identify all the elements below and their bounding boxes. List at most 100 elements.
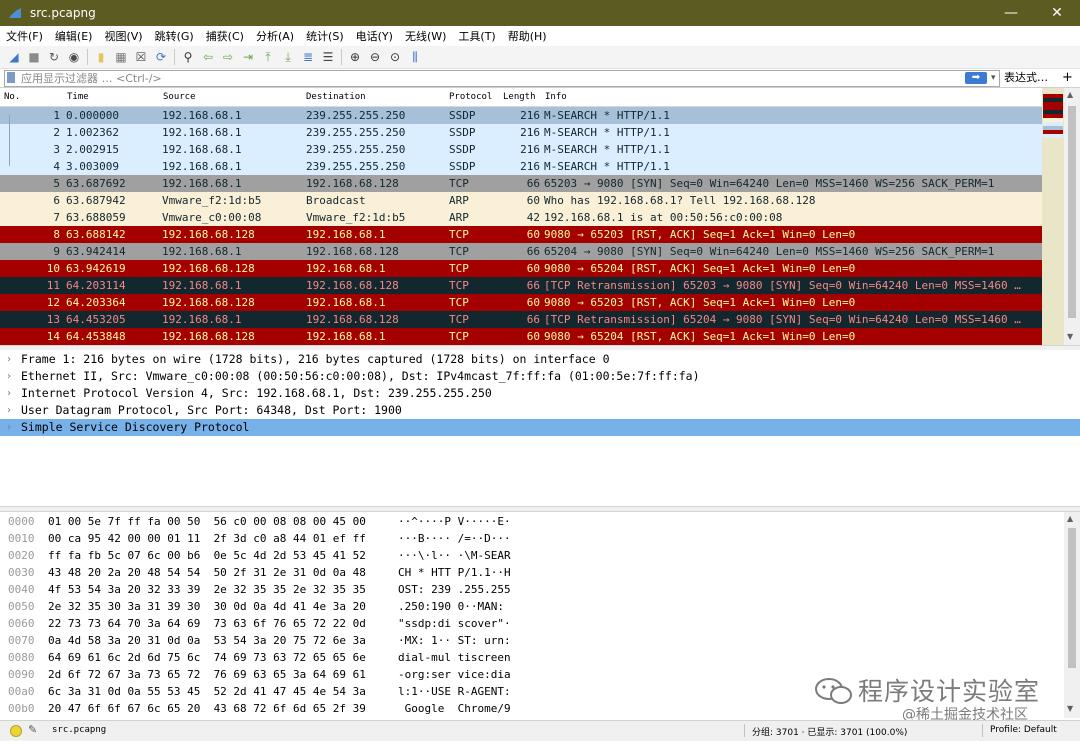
toolbar-button[interactable]: ⚲: [178, 47, 198, 67]
detail-row[interactable]: › Internet Protocol Version 4, Src: 192.1…: [0, 385, 1080, 402]
packet-row[interactable]: 9 63.942414 192.168.68.1 192.168.68.128 TCP 6…: [0, 243, 1042, 260]
toolbar-button[interactable]: ▮: [91, 47, 111, 67]
expert-info-icon[interactable]: [10, 725, 22, 737]
scroll-down-icon[interactable]: ▼: [1067, 704, 1073, 713]
packet-row[interactable]: 14 64.453848 192.168.68.128 192.168.68.1 TCP…: [0, 328, 1042, 345]
toolbar-button[interactable]: ☰: [318, 47, 338, 67]
expand-arrow-icon[interactable]: ›: [6, 402, 12, 419]
packet-minimap[interactable]: [1042, 88, 1064, 346]
expand-arrow-icon[interactable]: ›: [6, 368, 12, 385]
packet-row[interactable]: 1 0.000000 192.168.68.1 239.255.255.250 SSDP…: [0, 107, 1042, 124]
status-profile[interactable]: Profile: Default: [990, 725, 1057, 735]
packet-row[interactable]: 11 64.203114 192.168.68.1 192.168.68.128 TCP…: [0, 277, 1042, 294]
minimize-button[interactable]: —: [988, 0, 1034, 26]
display-filter-input[interactable]: 应用显示过滤器 … <Ctrl-/> ➡ ▾: [4, 70, 1000, 87]
menu-item[interactable]: 分析(A): [250, 28, 300, 44]
toolbar-button[interactable]: ☒: [131, 47, 151, 67]
column-header[interactable]: Time: [67, 92, 89, 102]
menu-item[interactable]: 统计(S): [300, 28, 350, 44]
bytes-ascii: OST: 239 .255.255: [398, 583, 511, 596]
filter-history-dropdown[interactable]: ▾: [991, 71, 996, 86]
toolbar-button[interactable]: ↻: [44, 47, 64, 67]
menu-item[interactable]: 捕获(C): [200, 28, 250, 44]
toolbar-button[interactable]: ⇥: [238, 47, 258, 67]
detail-row[interactable]: › User Datagram Protocol, Src Port: 64348…: [0, 402, 1080, 419]
expression-button[interactable]: 表达式…: [1004, 70, 1048, 85]
packet-row[interactable]: 4 3.003009 192.168.68.1 239.255.255.250 SSDP…: [0, 158, 1042, 175]
scroll-down-icon[interactable]: ▼: [1067, 332, 1073, 341]
add-filter-button[interactable]: +: [1062, 70, 1073, 85]
scroll-thumb[interactable]: [1068, 528, 1076, 668]
packet-row[interactable]: 6 63.687942 Vmware_f2:1d:b5 Broadcast ARP 60 W…: [0, 192, 1042, 209]
packet-row[interactable]: 10 63.942619 192.168.68.128 192.168.68.1 TCP…: [0, 260, 1042, 277]
packet-len-cell: 66: [526, 313, 540, 326]
toolbar-button[interactable]: ⊙: [385, 47, 405, 67]
toolbar-button[interactable]: ⤒: [258, 47, 278, 67]
bytes-row[interactable]: 0010 00 ca 95 42 00 00 01 11 2f 3d c0 a8 …: [0, 530, 1064, 547]
bytes-row[interactable]: 0070 0a 4d 58 3a 20 31 0d 0a 53 54 3a 20 …: [0, 632, 1064, 649]
scroll-thumb[interactable]: [1068, 106, 1076, 318]
column-header[interactable]: Length: [503, 92, 536, 102]
detail-row[interactable]: › Frame 1: 216 bytes on wire (1728 bits),…: [0, 351, 1080, 368]
scroll-up-icon[interactable]: ▲: [1067, 90, 1073, 99]
toolbar-button[interactable]: ⫼: [405, 47, 425, 67]
packet-row[interactable]: 8 63.688142 192.168.68.128 192.168.68.1 TCP 6…: [0, 226, 1042, 243]
detail-row[interactable]: › Ethernet II, Src: Vmware_c0:00:08 (00:5…: [0, 368, 1080, 385]
packet-row[interactable]: 2 1.002362 192.168.68.1 239.255.255.250 SSDP…: [0, 124, 1042, 141]
toolbar-button[interactable]: ⇨: [218, 47, 238, 67]
packet-row[interactable]: 13 64.453205 192.168.68.1 192.168.68.128 TCP…: [0, 311, 1042, 328]
detail-text: Simple Service Discovery Protocol: [21, 420, 250, 434]
toolbar-button[interactable]: ⊕: [345, 47, 365, 67]
bytes-row[interactable]: 0030 43 48 20 2a 20 48 54 54 50 2f 31 2e …: [0, 564, 1064, 581]
column-header[interactable]: Protocol: [449, 92, 492, 102]
toolbar-button[interactable]: ■: [24, 47, 44, 67]
packet-dst-cell: 192.168.68.1: [306, 262, 386, 275]
packet-row[interactable]: 3 2.002915 192.168.68.1 239.255.255.250 SSDP…: [0, 141, 1042, 158]
bytes-row[interactable]: 0080 64 69 61 6c 2d 6d 75 6c 74 69 73 63 …: [0, 649, 1064, 666]
packet-info-cell: M-SEARCH * HTTP/1.1: [544, 160, 670, 173]
expand-arrow-icon[interactable]: ›: [6, 351, 12, 368]
bookmark-icon[interactable]: [7, 72, 15, 83]
bytes-row[interactable]: 0060 22 73 73 64 70 3a 64 69 73 63 6f 76 …: [0, 615, 1064, 632]
toolbar-button[interactable]: ▦: [111, 47, 131, 67]
column-header[interactable]: No.: [4, 92, 20, 102]
bytes-row[interactable]: 0020 ff fa fb 5c 07 6c 00 b6 0e 5c 4d 2d …: [0, 547, 1064, 564]
bytes-row[interactable]: 0000 01 00 5e 7f ff fa 00 50 56 c0 00 08 …: [0, 513, 1064, 530]
close-button[interactable]: ✕: [1034, 0, 1080, 26]
detail-row[interactable]: › Simple Service Discovery Protocol: [0, 419, 1080, 436]
expand-arrow-icon[interactable]: ›: [6, 385, 12, 402]
scroll-up-icon[interactable]: ▲: [1067, 514, 1073, 523]
menu-item[interactable]: 视图(V): [98, 28, 148, 44]
toolbar-button[interactable]: ⟳: [151, 47, 171, 67]
packet-row[interactable]: 12 64.203364 192.168.68.128 192.168.68.1 TCP…: [0, 294, 1042, 311]
toolbar-button[interactable]: ⇦: [198, 47, 218, 67]
menu-item[interactable]: 文件(F): [0, 28, 49, 44]
menu-item[interactable]: 编辑(E): [49, 28, 99, 44]
toolbar-button[interactable]: ≣: [298, 47, 318, 67]
toolbar-separator: [87, 49, 88, 65]
menu-item[interactable]: 无线(W): [399, 28, 452, 44]
column-header[interactable]: Destination: [306, 92, 366, 102]
expand-arrow-icon[interactable]: ›: [6, 419, 12, 436]
menu-item[interactable]: 工具(T): [452, 28, 501, 44]
packet-proto-cell: TCP: [449, 245, 469, 258]
apply-filter-button[interactable]: ➡: [965, 72, 987, 84]
edit-comment-icon[interactable]: ✎: [28, 723, 37, 736]
packet-list-scrollbar[interactable]: ▲ ▼: [1064, 88, 1080, 346]
menu-item[interactable]: 跳转(G): [149, 28, 200, 44]
toolbar-button[interactable]: ◉: [64, 47, 84, 67]
toolbar-button[interactable]: ◢: [4, 47, 24, 67]
toolbar-button[interactable]: ⤓: [278, 47, 298, 67]
column-header[interactable]: Source: [163, 92, 196, 102]
menu-item[interactable]: 帮助(H): [502, 28, 553, 44]
packet-row[interactable]: 7 63.688059 Vmware_c0:00:08 Vmware_f2:1d:b5…: [0, 209, 1042, 226]
bytes-scrollbar[interactable]: ▲ ▼: [1064, 512, 1080, 718]
bytes-row[interactable]: 0050 2e 32 35 30 3a 31 39 30 30 0d 0a 4d …: [0, 598, 1064, 615]
packet-no-cell: 11: [46, 279, 60, 292]
menu-item[interactable]: 电话(Y): [350, 28, 399, 44]
column-header[interactable]: Info: [545, 92, 567, 102]
go-back-icon: ⇦: [202, 50, 214, 64]
bytes-row[interactable]: 0040 4f 53 54 3a 20 32 33 39 2e 32 35 35 …: [0, 581, 1064, 598]
toolbar-button[interactable]: ⊖: [365, 47, 385, 67]
packet-row[interactable]: 5 63.687692 192.168.68.1 192.168.68.128 TCP 6…: [0, 175, 1042, 192]
